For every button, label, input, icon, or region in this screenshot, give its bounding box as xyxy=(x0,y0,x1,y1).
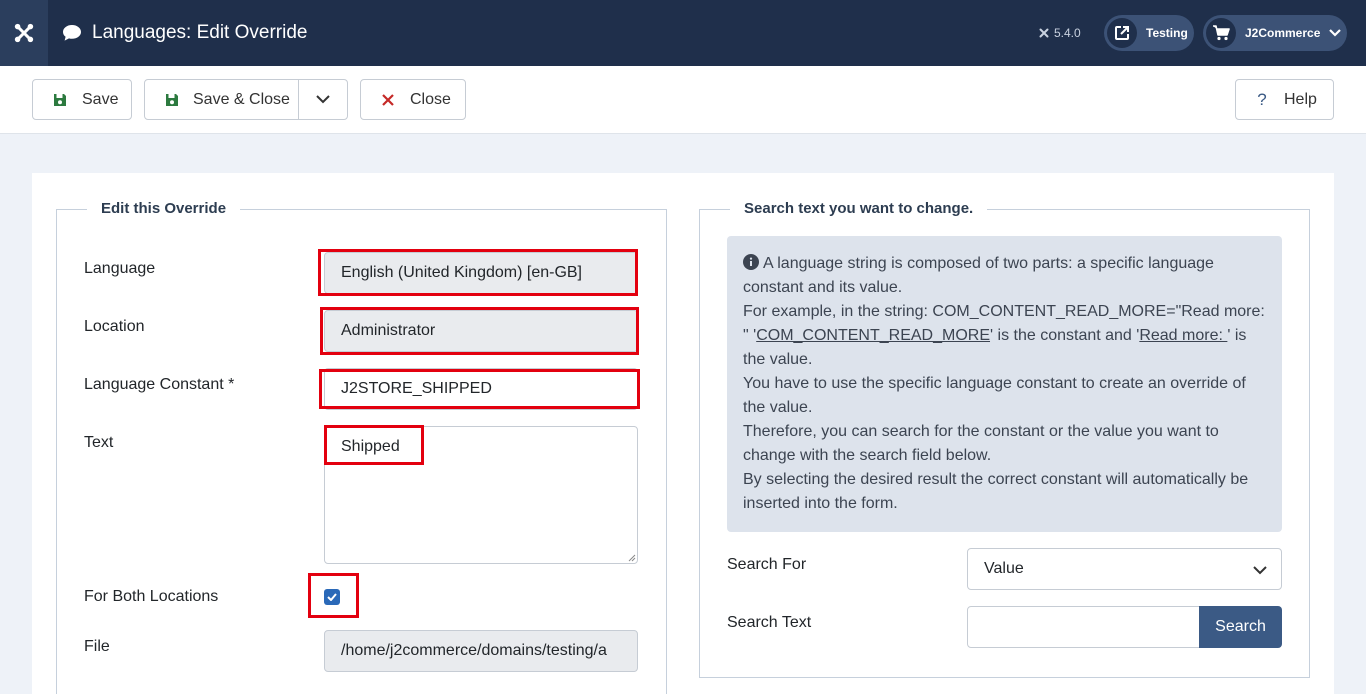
save-options-dropdown[interactable] xyxy=(299,80,347,119)
toolbar: Save Save & Close Close ? Help xyxy=(0,66,1366,134)
save-close-button-group: Save & Close xyxy=(144,79,348,120)
constant-example: COM_CONTENT_READ_MORE xyxy=(756,327,991,344)
save-label: Save xyxy=(82,90,119,108)
joomla-logo-icon[interactable] xyxy=(0,0,48,66)
chevron-down-icon xyxy=(1329,29,1342,37)
help-button[interactable]: ? Help xyxy=(1235,79,1334,120)
search-text-label: Search Text xyxy=(727,614,812,631)
user-label: J2Commerce xyxy=(1245,26,1321,40)
search-for-select[interactable]: Value xyxy=(967,548,1282,590)
external-link-icon xyxy=(1107,18,1137,48)
joomla-small-icon xyxy=(1039,28,1049,38)
info-line-3: You have to use the specific language co… xyxy=(743,375,1246,416)
save-icon xyxy=(164,93,180,107)
site-link-button[interactable]: Testing xyxy=(1104,15,1194,51)
text-label: Text xyxy=(84,434,114,451)
language-constant-label: Language Constant * xyxy=(84,376,235,393)
user-menu-button[interactable]: J2Commerce xyxy=(1203,15,1347,51)
main-panel: Edit this Override Language English (Uni… xyxy=(32,173,1334,694)
both-locations-label: For Both Locations xyxy=(84,588,219,605)
chevron-down-icon xyxy=(316,95,330,104)
question-icon: ? xyxy=(1257,89,1267,109)
location-label: Location xyxy=(84,318,145,335)
search-text-input[interactable] xyxy=(967,606,1201,648)
chevron-down-icon xyxy=(1253,566,1267,575)
info-line-1: A language string is composed of two par… xyxy=(743,254,1214,296)
save-icon xyxy=(52,93,68,107)
file-label: File xyxy=(84,638,110,655)
info-alert: A language string is composed of two par… xyxy=(727,236,1282,532)
info-line-2: For example, in the string: COM_CONTENT_… xyxy=(743,303,1265,368)
save-close-button[interactable]: Save & Close xyxy=(145,80,299,119)
info-icon xyxy=(743,254,759,270)
version-text: 5.4.0 xyxy=(1054,26,1081,40)
info-line-4: Therefore, you can search for the consta… xyxy=(743,423,1219,464)
resize-handle-icon[interactable] xyxy=(628,554,636,562)
edit-override-legend: Edit this Override xyxy=(87,200,241,217)
save-button[interactable]: Save xyxy=(32,79,132,120)
header: Languages: Edit Override 5.4.0 Testing J… xyxy=(0,0,1366,66)
close-button[interactable]: Close xyxy=(360,79,466,120)
value-example: Read more: xyxy=(1139,327,1228,344)
search-legend: Search text you want to change. xyxy=(730,200,988,217)
help-label: Help xyxy=(1284,90,1317,108)
page-title-text: Languages: Edit Override xyxy=(92,22,308,43)
search-button[interactable]: Search xyxy=(1199,606,1282,648)
highlight-box xyxy=(319,369,640,409)
search-for-label: Search For xyxy=(727,556,807,573)
highlight-box xyxy=(320,307,639,355)
info-line-5: By selecting the desired result the corr… xyxy=(743,471,1249,512)
highlight-box xyxy=(318,249,638,296)
save-close-label: Save & Close xyxy=(193,90,290,108)
search-for-value: Value xyxy=(984,560,1024,577)
highlight-box xyxy=(324,425,424,465)
file-field[interactable]: /home/j2commerce/domains/testing/a xyxy=(324,630,638,672)
close-icon xyxy=(381,93,395,106)
version-info: 5.4.0 xyxy=(1038,0,1081,66)
language-label: Language xyxy=(84,260,156,277)
highlight-box xyxy=(308,573,359,618)
close-label: Close xyxy=(410,90,451,108)
page-title: Languages: Edit Override xyxy=(62,0,307,66)
cart-icon xyxy=(1206,18,1236,48)
site-label: Testing xyxy=(1146,26,1188,40)
comment-icon xyxy=(63,25,81,41)
